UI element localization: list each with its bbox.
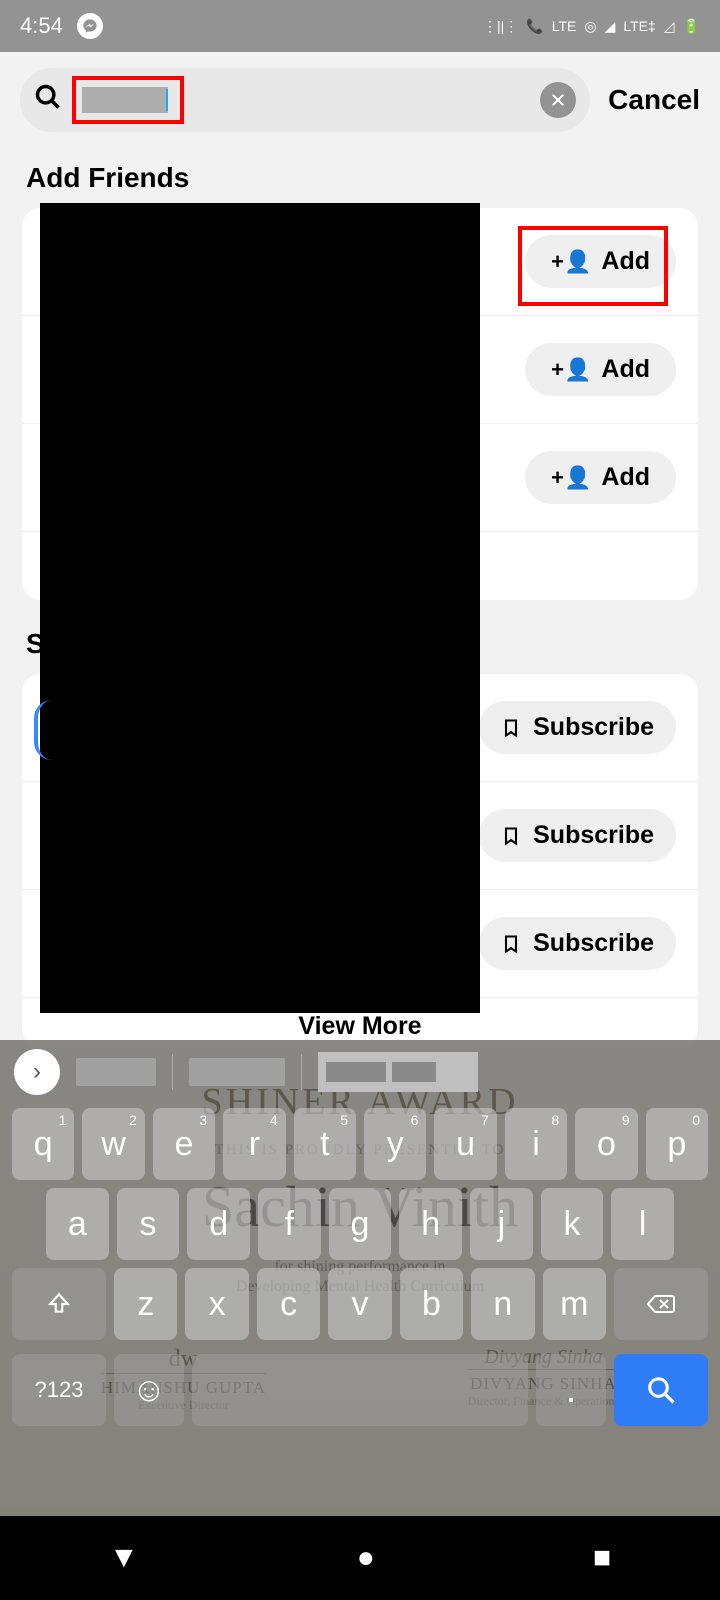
avatar-ring-fragment	[34, 700, 52, 760]
search-input-highlight	[72, 76, 184, 124]
back-button[interactable]: ▼	[109, 1541, 139, 1575]
suggestion-1[interactable]	[76, 1058, 156, 1086]
add-friends-title: Add Friends	[0, 142, 720, 208]
subscribe-button[interactable]: Subscribe	[479, 917, 676, 970]
suggestion-3[interactable]	[318, 1052, 478, 1092]
messenger-icon	[77, 13, 103, 39]
period-key[interactable]: .	[536, 1354, 606, 1426]
key-f[interactable]: f	[258, 1188, 321, 1260]
add-person-icon: +👤	[551, 249, 591, 275]
lte2-text: LTE‡	[623, 18, 655, 34]
search-box[interactable]	[20, 68, 590, 132]
add-button[interactable]: +👤 Add	[525, 235, 676, 288]
key-g[interactable]: g	[329, 1188, 392, 1260]
add-label: Add	[601, 463, 650, 492]
search-icon	[34, 83, 62, 118]
add-label: Add	[601, 355, 650, 384]
expand-suggestions-button[interactable]: ›	[14, 1049, 60, 1095]
subscribe-label: Subscribe	[533, 821, 654, 850]
key-k[interactable]: k	[541, 1188, 604, 1260]
subscribe-button[interactable]: Subscribe	[479, 809, 676, 862]
vibrate-icon: ⋮||⋮	[483, 18, 518, 35]
key-x[interactable]: x	[185, 1268, 248, 1340]
key-s[interactable]: s	[117, 1188, 180, 1260]
android-nav-bar: ▼ ● ■	[0, 1516, 720, 1600]
search-key[interactable]	[614, 1354, 708, 1426]
shift-key[interactable]	[12, 1268, 106, 1340]
backspace-key[interactable]	[614, 1268, 708, 1340]
home-button[interactable]: ●	[357, 1541, 375, 1575]
wifi-call-icon: 📞	[526, 18, 543, 35]
search-header: Cancel	[0, 52, 720, 142]
key-m[interactable]: m	[543, 1268, 606, 1340]
status-bar: 4:54 ⋮||⋮ 📞 LTE ◎ ◢ LTE‡ ◿ 🔋	[0, 0, 720, 52]
key-w[interactable]: w2	[82, 1108, 144, 1180]
search-input[interactable]	[82, 87, 168, 113]
subscribe-label: Subscribe	[533, 713, 654, 742]
bookmark-icon	[501, 824, 521, 848]
keyboard[interactable]: › q1w2e3r4t5y6u7i8o9p0 asdfghjkl zxcvbnm…	[0, 1040, 720, 1516]
suggestion-2[interactable]	[189, 1058, 285, 1086]
key-u[interactable]: u7	[434, 1108, 496, 1180]
key-z[interactable]: z	[114, 1268, 177, 1340]
redaction-overlay	[40, 203, 480, 1013]
signal2-icon: ◿	[664, 18, 675, 35]
spacebar-key[interactable]	[192, 1354, 528, 1426]
cancel-button[interactable]: Cancel	[608, 84, 700, 116]
key-b[interactable]: b	[400, 1268, 463, 1340]
key-i[interactable]: i8	[505, 1108, 567, 1180]
add-person-icon: +👤	[551, 357, 591, 383]
symbols-key[interactable]: ?123	[12, 1354, 106, 1426]
emoji-key[interactable]: ☺	[114, 1354, 184, 1426]
key-h[interactable]: h	[399, 1188, 462, 1260]
add-button[interactable]: +👤 Add	[525, 451, 676, 504]
add-label: Add	[601, 247, 650, 276]
subscribe-label: Subscribe	[533, 929, 654, 958]
key-d[interactable]: d	[187, 1188, 250, 1260]
key-q[interactable]: q1	[12, 1108, 74, 1180]
add-button[interactable]: +👤 Add	[525, 343, 676, 396]
key-v[interactable]: v	[328, 1268, 391, 1340]
key-n[interactable]: n	[471, 1268, 534, 1340]
signal-icon: ◢	[605, 18, 616, 35]
clear-search-button[interactable]	[540, 82, 576, 118]
key-a[interactable]: a	[46, 1188, 109, 1260]
key-j[interactable]: j	[470, 1188, 533, 1260]
key-l[interactable]: l	[611, 1188, 674, 1260]
bookmark-icon	[501, 932, 521, 956]
key-c[interactable]: c	[257, 1268, 320, 1340]
status-time: 4:54	[20, 13, 63, 39]
key-y[interactable]: y6	[364, 1108, 426, 1180]
hotspot-icon: ◎	[584, 18, 596, 35]
lte-text: LTE	[552, 18, 577, 34]
bookmark-icon	[501, 716, 521, 740]
key-r[interactable]: r4	[223, 1108, 285, 1180]
recents-button[interactable]: ■	[593, 1541, 611, 1575]
key-p[interactable]: p0	[646, 1108, 708, 1180]
key-t[interactable]: t5	[294, 1108, 356, 1180]
key-o[interactable]: o9	[575, 1108, 637, 1180]
subscribe-button[interactable]: Subscribe	[479, 701, 676, 754]
battery-icon: 🔋	[683, 18, 700, 35]
add-person-icon: +👤	[551, 465, 591, 491]
key-e[interactable]: e3	[153, 1108, 215, 1180]
